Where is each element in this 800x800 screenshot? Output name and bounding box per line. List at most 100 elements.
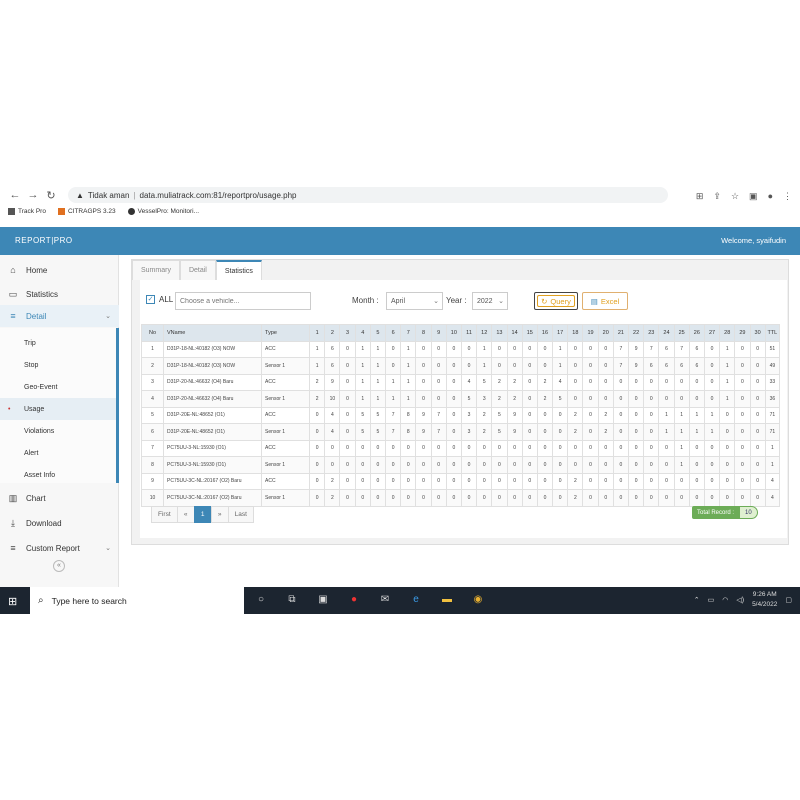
table-cell: 9 xyxy=(324,373,341,391)
query-button[interactable]: ↻ Query xyxy=(534,292,578,310)
sidebar-sub-stop[interactable]: Stop xyxy=(0,354,119,376)
sidebar-sub-geo-event[interactable]: Geo-Event xyxy=(0,376,119,398)
table-cell: 0 xyxy=(460,439,478,457)
table-cell: 0 xyxy=(734,373,751,391)
table-cell: 0 xyxy=(627,423,645,441)
table-cell: 49 xyxy=(764,357,781,375)
translate-icon[interactable]: ⊞ xyxy=(696,191,704,202)
battery-icon[interactable]: ▭ xyxy=(708,596,715,604)
edge-icon[interactable]: e xyxy=(407,594,425,605)
table-cell: 0 xyxy=(597,390,614,408)
page-next-button[interactable]: » xyxy=(210,506,229,523)
tab-detail[interactable]: Detail xyxy=(179,260,216,280)
table-cell: 0 xyxy=(521,456,538,474)
table-cell: 1 xyxy=(719,357,736,375)
table-cell: 0 xyxy=(673,472,690,490)
share-icon[interactable]: ⇪ xyxy=(713,191,721,202)
table-cell: Sensor 1 xyxy=(261,456,311,474)
chevron-up-icon[interactable]: ⌃ xyxy=(694,596,700,604)
back-icon[interactable]: ← xyxy=(6,189,24,201)
table-cell: 0 xyxy=(643,456,660,474)
excel-button[interactable]: ▤ Excel xyxy=(582,292,628,310)
reload-icon[interactable]: ↻ xyxy=(42,189,60,202)
mail-icon[interactable]: ✉ xyxy=(376,594,394,605)
table-cell: 0 xyxy=(582,390,599,408)
menu-kebab-icon[interactable]: ⋮ xyxy=(783,191,792,202)
clock[interactable]: 9:26 AM 5/4/2022 xyxy=(752,590,777,610)
bookmark-2[interactable]: CITRAGPS 3.23 xyxy=(57,208,116,215)
table-cell: 0 xyxy=(460,357,478,375)
bookmark-3[interactable]: VesselPro: Monitori... xyxy=(127,208,199,215)
sidebar-sub-trip[interactable]: Trip xyxy=(0,332,119,354)
sidebar-item-chart[interactable]: ▥ Chart xyxy=(0,487,119,509)
wifi-icon[interactable]: ◠ xyxy=(722,596,728,604)
table-cell: 0 xyxy=(734,390,751,408)
table-header-cell: 3 xyxy=(339,324,356,342)
sidebar-item-download[interactable]: ⤓ Download xyxy=(0,512,119,534)
notification-icon[interactable]: ▢ xyxy=(785,596,792,604)
table-header-cell: 18 xyxy=(567,324,584,342)
vehicle-select[interactable] xyxy=(175,292,311,310)
address-bar[interactable]: ▲ Tidak aman | data.muliatrack.com:81/re… xyxy=(68,187,668,203)
windows-start-icon[interactable]: ⊞ xyxy=(8,595,17,608)
table-cell: 5 xyxy=(552,390,569,408)
sidebar-sub-alert[interactable]: Alert xyxy=(0,442,119,464)
welcome-text[interactable]: Welcome, syaifudin xyxy=(721,236,786,245)
sidebar-item-detail[interactable]: ≡ Detail ⌄ xyxy=(0,305,119,327)
star-icon[interactable]: ☆ xyxy=(731,191,739,202)
table-cell: 0 xyxy=(536,456,554,474)
chrome-icon[interactable]: ◉ xyxy=(469,594,487,605)
collapse-sidebar-button[interactable]: « xyxy=(53,560,65,572)
table-cell: 0 xyxy=(734,423,751,441)
sidebar-sub-usage[interactable]: • Usage xyxy=(0,398,119,420)
forward-icon[interactable]: → xyxy=(24,189,42,201)
page-current-button[interactable]: 1 xyxy=(193,506,212,523)
page-first-button[interactable]: First xyxy=(151,506,178,523)
file-explorer-icon[interactable]: ▬ xyxy=(438,594,456,605)
all-checkbox[interactable]: ✓ xyxy=(146,295,155,304)
cortana-icon[interactable]: ○ xyxy=(252,594,270,605)
sidebar-sub-violations[interactable]: Violations xyxy=(0,420,119,442)
table-cell: 1 xyxy=(658,423,675,441)
table-cell: ACC xyxy=(261,373,311,391)
tab-statistics[interactable]: Statistics xyxy=(215,260,262,280)
table-cell: 5 xyxy=(369,406,387,424)
bookmark-1[interactable]: Track Pro xyxy=(8,208,46,215)
volume-icon[interactable]: ◁) xyxy=(736,596,744,604)
table-cell: 1 xyxy=(309,357,326,375)
taskbar-search[interactable]: ⌕ Type here to search xyxy=(30,587,244,614)
store-icon[interactable]: ▣ xyxy=(314,594,332,605)
table-cell: 1 xyxy=(400,373,417,391)
table-header-cell: 22 xyxy=(627,324,645,342)
table-cell: 0 xyxy=(703,439,721,457)
year-select[interactable]: 2022 ⌄ xyxy=(472,292,508,310)
tab-summary[interactable]: Summary xyxy=(132,260,180,280)
table-cell: 51 xyxy=(764,340,781,358)
table-header-cell: 29 xyxy=(734,324,751,342)
profile-avatar[interactable]: ● xyxy=(768,191,773,202)
table-cell: 1 xyxy=(400,340,417,358)
table-header-cell: 2 xyxy=(324,324,341,342)
total-record-value: 10 xyxy=(739,506,758,519)
page-prev-button[interactable]: « xyxy=(176,506,195,523)
sidepanel-icon[interactable]: ▣ xyxy=(749,191,758,202)
table-cell: 2 xyxy=(476,406,493,424)
month-select[interactable]: April ⌄ xyxy=(386,292,443,310)
table-cell: 0 xyxy=(384,456,402,474)
table-cell: 1 xyxy=(476,357,493,375)
monitor-icon: ▭ xyxy=(8,289,18,299)
table-cell: 0 xyxy=(415,489,432,507)
table-cell: 0 xyxy=(339,340,356,358)
table-cell: PC75UU-3-NL:15930 (O1) xyxy=(162,456,263,474)
sidebar-item-home[interactable]: ⌂ Home xyxy=(0,259,119,281)
total-record-badge: Total Record : 10 xyxy=(692,506,758,519)
table-header-cell: VName xyxy=(162,324,263,342)
task-view-icon[interactable]: ⧉ xyxy=(283,594,301,605)
app-red-icon[interactable]: ● xyxy=(345,594,363,605)
table-cell: 0 xyxy=(627,472,645,490)
table-cell: 1 xyxy=(688,423,705,441)
sidebar-item-statistics[interactable]: ▭ Statistics xyxy=(0,283,119,305)
sidebar-sub-asset-info[interactable]: Asset Info xyxy=(0,464,119,486)
sidebar-item-custom-report[interactable]: ≡ Custom Report ⌄ xyxy=(0,537,119,559)
page-last-button[interactable]: Last xyxy=(227,506,254,523)
